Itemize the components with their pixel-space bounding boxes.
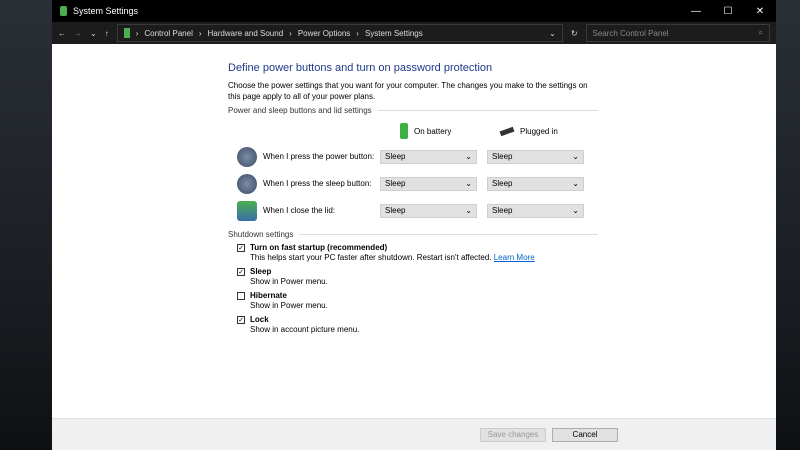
- address-bar: ← → ⌄ ↑ › Control Panel › Hardware and Sound ›…: [52, 22, 776, 44]
- close-button[interactable]: ✕: [744, 6, 776, 17]
- power-icon: [237, 146, 257, 167]
- battery-select[interactable]: Sleep ⌄: [380, 149, 477, 164]
- section-heading: Shutdown settings: [228, 230, 294, 239]
- refresh-icon[interactable]: ↻: [571, 29, 578, 38]
- plugged-select[interactable]: Sleep ⌄: [487, 176, 584, 191]
- battery-select[interactable]: Sleep ⌄: [380, 176, 477, 191]
- divider: [377, 110, 598, 111]
- title-bar: System Settings — ☐ ✕: [52, 0, 776, 22]
- sleep-icon: [237, 173, 257, 194]
- forward-icon[interactable]: →: [74, 29, 82, 38]
- battery-icon: [123, 28, 130, 38]
- crumb[interactable]: System Settings: [365, 29, 423, 38]
- lock-option[interactable]: ✓ Lock Show in account picture menu.: [237, 315, 598, 336]
- lid-row: When I close the lid: Sleep ⌄ Sleep ⌄: [228, 197, 598, 224]
- crumb[interactable]: Hardware and Sound: [208, 29, 284, 38]
- page-title: Define power buttons and turn on passwor…: [228, 62, 493, 74]
- footer: Save changes Cancel: [52, 418, 776, 450]
- sleep-button-row: When I press the sleep button: Sleep ⌄ Slee…: [228, 170, 598, 197]
- section-heading: Power and sleep buttons and lid settings: [228, 106, 372, 115]
- crumb[interactable]: Power Options: [298, 29, 350, 38]
- breadcrumb[interactable]: › Control Panel › Hardware and Sound › Powe…: [116, 24, 563, 42]
- battery-icon: [400, 123, 408, 139]
- search-placeholder: Search Control Panel: [592, 28, 669, 38]
- plugged-select[interactable]: Sleep ⌄: [487, 203, 584, 218]
- laptop-lid-icon: [237, 200, 257, 221]
- row-label: When I close the lid:: [263, 206, 336, 215]
- search-icon: ⌕: [758, 28, 763, 37]
- checkbox[interactable]: ✓: [237, 244, 245, 252]
- system-settings-window: System Settings — ☐ ✕ ← → ⌄ ↑ › Control Panel ›…: [52, 0, 776, 450]
- on-battery-header: On battery: [414, 126, 452, 136]
- row-label: When I press the sleep button:: [263, 179, 372, 188]
- save-changes-button[interactable]: Save changes: [480, 428, 546, 442]
- sleep-option[interactable]: ✓ Sleep Show in Power menu.: [237, 267, 598, 288]
- learn-more-link[interactable]: Learn More: [494, 253, 535, 262]
- minimize-button[interactable]: —: [680, 6, 712, 17]
- up-icon[interactable]: ↑: [105, 29, 109, 38]
- cancel-button[interactable]: Cancel: [552, 428, 618, 442]
- chevron-down-icon[interactable]: ⌄: [90, 29, 97, 38]
- chevron-down-icon[interactable]: ⌄: [549, 29, 556, 38]
- checkbox[interactable]: ✓: [237, 268, 245, 276]
- battery-icon: [60, 6, 67, 16]
- fast-startup-option[interactable]: ✓ Turn on fast startup (recommended) This …: [237, 243, 598, 264]
- crumb[interactable]: Control Panel: [144, 29, 192, 38]
- search-input[interactable]: Search Control Panel ⌕: [585, 24, 770, 42]
- checkbox[interactable]: ✓: [237, 316, 245, 324]
- checkbox[interactable]: [237, 292, 245, 300]
- description: Choose the power settings that you want …: [228, 81, 588, 101]
- plug-icon: [499, 126, 515, 136]
- divider: [299, 234, 598, 235]
- power-button-row: When I press the power button: Sleep ⌄ Slee…: [228, 143, 598, 170]
- plugged-select[interactable]: Sleep ⌄: [487, 149, 584, 164]
- maximize-button[interactable]: ☐: [712, 6, 744, 17]
- back-icon[interactable]: ←: [58, 29, 66, 38]
- hibernate-option[interactable]: Hibernate Show in Power menu.: [237, 291, 598, 312]
- window-title: System Settings: [73, 6, 139, 16]
- row-label: When I press the power button:: [263, 152, 375, 161]
- battery-select[interactable]: Sleep ⌄: [380, 203, 477, 218]
- plugged-in-header: Plugged in: [520, 126, 558, 136]
